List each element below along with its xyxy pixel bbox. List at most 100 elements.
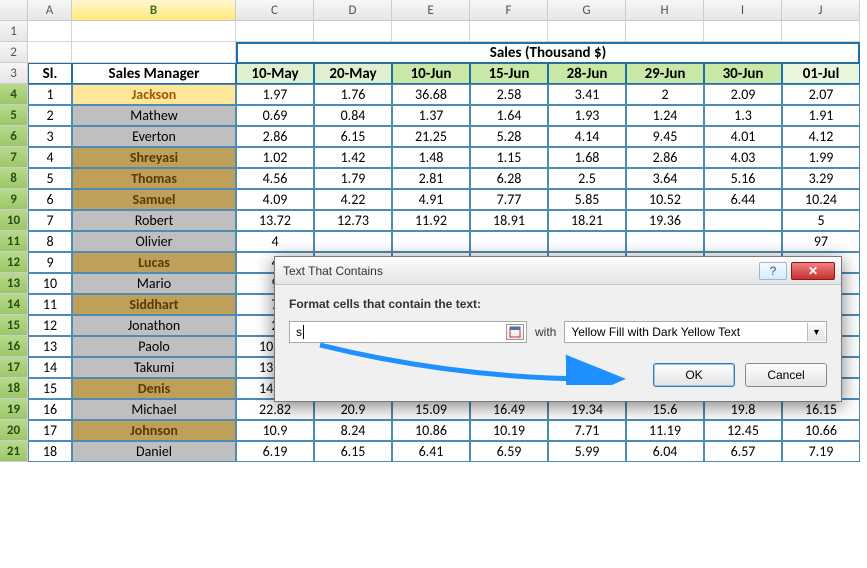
cell-sl[interactable]: 7 <box>28 210 72 231</box>
cell-value[interactable] <box>704 231 782 252</box>
cell-value[interactable]: 1.37 <box>392 105 470 126</box>
cell-value[interactable] <box>470 231 548 252</box>
cell-value[interactable]: 1.24 <box>626 105 704 126</box>
row-header-10[interactable]: 10 <box>0 210 28 231</box>
cell-value[interactable]: 5.28 <box>470 126 548 147</box>
cell-value[interactable]: 2.09 <box>704 84 782 105</box>
cell-sl[interactable]: 11 <box>28 294 72 315</box>
dialog-help-button[interactable]: ? <box>759 262 787 280</box>
ok-button[interactable]: OK <box>653 363 735 387</box>
column-header-I[interactable]: I <box>704 0 782 21</box>
cell-value[interactable]: 21.25 <box>392 126 470 147</box>
cell-value[interactable]: 0.69 <box>236 105 314 126</box>
cell-value[interactable]: 19.36 <box>626 210 704 231</box>
cell-value[interactable]: 1.02 <box>236 147 314 168</box>
cell-sl[interactable]: 4 <box>28 147 72 168</box>
row-header-19[interactable]: 19 <box>0 399 28 420</box>
cell-value[interactable]: 9.45 <box>626 126 704 147</box>
row-header-13[interactable]: 13 <box>0 273 28 294</box>
cell-value[interactable]: 19.34 <box>548 399 626 420</box>
column-header-J[interactable]: J <box>782 0 860 21</box>
cell-value[interactable]: 4.56 <box>236 168 314 189</box>
cell-sales-manager[interactable]: Johnson <box>72 420 236 441</box>
cell-value[interactable]: 1.48 <box>392 147 470 168</box>
dialog-titlebar[interactable]: Text That Contains ? ✕ <box>275 257 841 285</box>
cell-value[interactable]: 6.44 <box>704 189 782 210</box>
cell-sales-manager[interactable]: Siddhart <box>72 294 236 315</box>
row-header-17[interactable]: 17 <box>0 357 28 378</box>
cell-sales-manager[interactable]: Michael <box>72 399 236 420</box>
cell-sl[interactable]: 14 <box>28 357 72 378</box>
cell-value[interactable]: 4.03 <box>704 147 782 168</box>
cell-value[interactable]: 1.79 <box>314 168 392 189</box>
cell-value[interactable]: 11.92 <box>392 210 470 231</box>
header-sl[interactable]: Sl. <box>28 63 72 84</box>
cell-value[interactable]: 5 <box>782 210 860 231</box>
header-date[interactable]: 29-Jun <box>626 63 704 84</box>
row-header-14[interactable]: 14 <box>0 294 28 315</box>
cell-value[interactable]: 7.77 <box>470 189 548 210</box>
cell-blank[interactable] <box>548 21 626 42</box>
cell-sales-manager[interactable]: Shreyasi <box>72 147 236 168</box>
cell-value[interactable]: 6.15 <box>314 126 392 147</box>
cell-value[interactable]: 5.85 <box>548 189 626 210</box>
header-date[interactable]: 30-Jun <box>704 63 782 84</box>
cell-sales-manager[interactable]: Thomas <box>72 168 236 189</box>
cell-value[interactable]: 6.15 <box>314 441 392 462</box>
cell-value[interactable]: 2.81 <box>392 168 470 189</box>
cell-value[interactable]: 12.45 <box>704 420 782 441</box>
cell-value[interactable]: 7.19 <box>782 441 860 462</box>
cell-value[interactable]: 1.91 <box>782 105 860 126</box>
row-header-6[interactable]: 6 <box>0 126 28 147</box>
cell-value[interactable]: 6.57 <box>704 441 782 462</box>
row-header-8[interactable]: 8 <box>0 168 28 189</box>
cell-value[interactable]: 6.59 <box>470 441 548 462</box>
cell-value[interactable]: 7.71 <box>548 420 626 441</box>
cell-sl[interactable]: 18 <box>28 441 72 462</box>
header-date[interactable]: 28-Jun <box>548 63 626 84</box>
cell-value[interactable]: 4.91 <box>392 189 470 210</box>
format-preset-select[interactable]: Yellow Fill with Dark Yellow Text ▼ <box>564 321 827 343</box>
header-date[interactable]: 10-Jun <box>392 63 470 84</box>
cell-sl[interactable]: 17 <box>28 420 72 441</box>
cell-value[interactable]: 1.76 <box>314 84 392 105</box>
cell-value[interactable]: 2.07 <box>782 84 860 105</box>
column-header-A[interactable]: A <box>28 0 72 21</box>
cell-value[interactable]: 1.93 <box>548 105 626 126</box>
cell-value[interactable]: 5.16 <box>704 168 782 189</box>
cell-sales-manager[interactable]: Mathew <box>72 105 236 126</box>
cell-value[interactable]: 3.41 <box>548 84 626 105</box>
cell-value[interactable]: 6.04 <box>626 441 704 462</box>
column-header-B[interactable]: B <box>72 0 236 21</box>
cell-value[interactable]: 10.52 <box>626 189 704 210</box>
cell-value[interactable]: 5.99 <box>548 441 626 462</box>
column-header-G[interactable]: G <box>548 0 626 21</box>
cell-value[interactable]: 4.22 <box>314 189 392 210</box>
cell-value[interactable]: 15.09 <box>392 399 470 420</box>
cell-blank[interactable] <box>236 21 314 42</box>
header-date[interactable]: 10-May <box>236 63 314 84</box>
cell-blank[interactable] <box>314 21 392 42</box>
row-header-20[interactable]: 20 <box>0 420 28 441</box>
cell-value[interactable]: 2.5 <box>548 168 626 189</box>
row-header-11[interactable]: 11 <box>0 231 28 252</box>
cell-blank[interactable] <box>704 21 782 42</box>
cell-value[interactable]: 10.66 <box>782 420 860 441</box>
cell-value[interactable]: 10.24 <box>782 189 860 210</box>
cell-sales-manager[interactable]: Daniel <box>72 441 236 462</box>
row-header-7[interactable]: 7 <box>0 147 28 168</box>
header-date[interactable]: 15-Jun <box>470 63 548 84</box>
cell-value[interactable] <box>314 231 392 252</box>
cell-sales-manager[interactable]: Jonathon <box>72 315 236 336</box>
select-all-corner[interactable] <box>0 0 28 21</box>
row-header-4[interactable]: 4 <box>0 84 28 105</box>
cancel-button[interactable]: Cancel <box>745 363 827 387</box>
cell-value[interactable]: 97 <box>782 231 860 252</box>
cell-value[interactable]: 10.19 <box>470 420 548 441</box>
cell-blank[interactable] <box>626 21 704 42</box>
dialog-close-button[interactable]: ✕ <box>791 262 835 280</box>
merged-sales-header[interactable]: Sales (Thousand $) <box>236 42 860 63</box>
cell-sales-manager[interactable]: Denis <box>72 378 236 399</box>
cell-value[interactable]: 16.49 <box>470 399 548 420</box>
cell-blank[interactable] <box>28 21 72 42</box>
